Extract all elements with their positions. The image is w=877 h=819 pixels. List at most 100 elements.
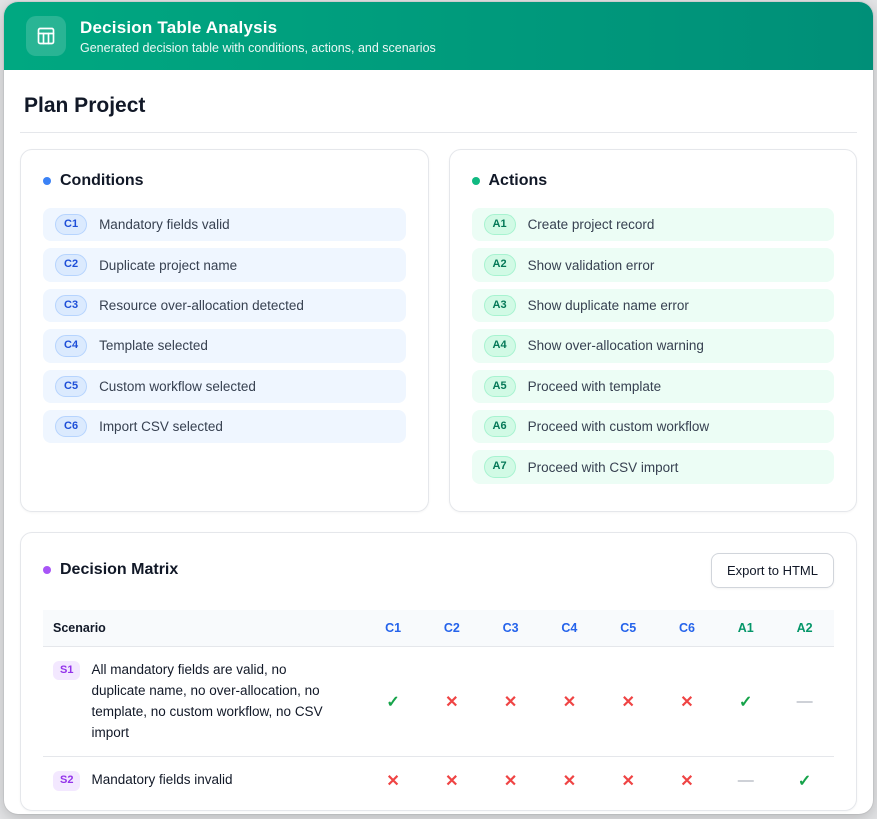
matrix-value-cross: ✕ bbox=[481, 757, 540, 804]
scenario-label: Mandatory fields invalid bbox=[91, 770, 232, 791]
matrix-value-check: ✓ bbox=[775, 757, 834, 804]
matrix-column-header: C2 bbox=[422, 610, 481, 647]
condition-id-badge: C5 bbox=[55, 376, 87, 397]
actions-title: Actions bbox=[489, 172, 548, 190]
scenario-cell: S1 All mandatory fields are valid, no dup… bbox=[43, 646, 364, 757]
matrix-column-header: A2 bbox=[775, 610, 834, 647]
condition-label: Import CSV selected bbox=[99, 419, 223, 434]
decision-matrix-table: ScenarioC1C2C3C4C5C6A1A2 S1 All mandatory… bbox=[43, 610, 834, 805]
decision-matrix-title-row: Decision Matrix bbox=[43, 561, 178, 579]
matrix-column-header: Scenario bbox=[43, 610, 364, 647]
matrix-value-cross: ✕ bbox=[540, 757, 599, 804]
action-item: A4 Show over-allocation warning bbox=[472, 329, 835, 362]
action-id-badge: A5 bbox=[484, 376, 516, 397]
condition-id-badge: C2 bbox=[55, 254, 87, 275]
decision-matrix-header: Decision Matrix Export to HTML bbox=[43, 553, 834, 588]
action-id-badge: A2 bbox=[484, 254, 516, 275]
condition-item: C3 Resource over-allocation detected bbox=[43, 289, 406, 322]
condition-label: Template selected bbox=[99, 338, 208, 353]
condition-item: C1 Mandatory fields valid bbox=[43, 208, 406, 241]
action-item: A1 Create project record bbox=[472, 208, 835, 241]
condition-item: C4 Template selected bbox=[43, 329, 406, 362]
action-item: A3 Show duplicate name error bbox=[472, 289, 835, 322]
matrix-row: S2Mandatory fields invalid✕✕✕✕✕✕—✓ bbox=[43, 757, 834, 804]
main-content: Plan Project Conditions C1 Mandatory fiel… bbox=[4, 70, 873, 814]
decision-matrix-title: Decision Matrix bbox=[60, 561, 178, 579]
matrix-value-cross: ✕ bbox=[364, 757, 423, 804]
matrix-value-cross: ✕ bbox=[599, 646, 658, 757]
condition-id-badge: C6 bbox=[55, 416, 87, 437]
cards-row: Conditions C1 Mandatory fields valid C2 Dup… bbox=[20, 149, 857, 512]
condition-item: C5 Custom workflow selected bbox=[43, 370, 406, 403]
matrix-column-header: C4 bbox=[540, 610, 599, 647]
actions-card: Actions A1 Create project record A2 Show va… bbox=[449, 149, 858, 512]
condition-label: Custom workflow selected bbox=[99, 379, 256, 394]
decision-table-app: Decision Table Analysis Generated decisi… bbox=[4, 2, 873, 814]
decision-matrix-card: Decision Matrix Export to HTML ScenarioC… bbox=[20, 532, 857, 812]
matrix-column-header: C1 bbox=[364, 610, 423, 647]
matrix-value-check: ✓ bbox=[716, 646, 775, 757]
export-html-button[interactable]: Export to HTML bbox=[711, 553, 834, 588]
action-label: Show validation error bbox=[528, 258, 655, 273]
conditions-title: Conditions bbox=[60, 172, 144, 190]
matrix-row: S1 All mandatory fields are valid, no dup… bbox=[43, 646, 834, 757]
header-title: Decision Table Analysis bbox=[80, 18, 436, 38]
action-item: A2 Show validation error bbox=[472, 248, 835, 281]
condition-id-badge: C3 bbox=[55, 295, 87, 316]
matrix-header-row: ScenarioC1C2C3C4C5C6A1A2 bbox=[43, 610, 834, 647]
action-id-badge: A7 bbox=[484, 456, 516, 477]
divider bbox=[20, 132, 857, 133]
condition-label: Resource over-allocation detected bbox=[99, 298, 304, 313]
action-item: A7 Proceed with CSV import bbox=[472, 450, 835, 483]
action-id-badge: A1 bbox=[484, 214, 516, 235]
actions-card-header: Actions bbox=[472, 172, 835, 190]
header-text: Decision Table Analysis Generated decisi… bbox=[80, 18, 436, 55]
scenario-id-badge: S1 bbox=[53, 661, 80, 680]
condition-item: C6 Import CSV selected bbox=[43, 410, 406, 443]
action-label: Show over-allocation warning bbox=[528, 338, 704, 353]
action-id-badge: A4 bbox=[484, 335, 516, 356]
condition-item: C2 Duplicate project name bbox=[43, 248, 406, 281]
condition-label: Mandatory fields valid bbox=[99, 217, 230, 232]
matrix-value-dash: — bbox=[775, 646, 834, 757]
scenario-label: All mandatory fields are valid, no dupli… bbox=[91, 660, 336, 744]
action-label: Create project record bbox=[528, 217, 655, 232]
matrix-column-header: A1 bbox=[716, 610, 775, 647]
condition-id-badge: C1 bbox=[55, 214, 87, 235]
condition-label: Duplicate project name bbox=[99, 258, 237, 273]
matrix-bullet-icon bbox=[43, 566, 51, 574]
header-subtitle: Generated decision table with conditions… bbox=[80, 41, 436, 55]
app-header: Decision Table Analysis Generated decisi… bbox=[4, 2, 873, 70]
matrix-value-cross: ✕ bbox=[658, 646, 717, 757]
matrix-value-cross: ✕ bbox=[658, 757, 717, 804]
matrix-value-cross: ✕ bbox=[540, 646, 599, 757]
action-item: A5 Proceed with template bbox=[472, 370, 835, 403]
table-icon bbox=[26, 16, 66, 56]
actions-bullet-icon bbox=[472, 177, 480, 185]
action-id-badge: A3 bbox=[484, 295, 516, 316]
page-title: Plan Project bbox=[24, 94, 853, 118]
matrix-value-cross: ✕ bbox=[422, 757, 481, 804]
matrix-value-cross: ✕ bbox=[481, 646, 540, 757]
conditions-card: Conditions C1 Mandatory fields valid C2 Dup… bbox=[20, 149, 429, 512]
conditions-list: C1 Mandatory fields valid C2 Duplicate proj… bbox=[43, 208, 406, 443]
actions-list: A1 Create project record A2 Show validation… bbox=[472, 208, 835, 484]
action-item: A6 Proceed with custom workflow bbox=[472, 410, 835, 443]
matrix-column-header: C3 bbox=[481, 610, 540, 647]
action-label: Proceed with template bbox=[528, 379, 662, 394]
conditions-bullet-icon bbox=[43, 177, 51, 185]
action-label: Proceed with custom workflow bbox=[528, 419, 710, 434]
scenario-id-badge: S2 bbox=[53, 771, 80, 790]
conditions-card-header: Conditions bbox=[43, 172, 406, 190]
condition-id-badge: C4 bbox=[55, 335, 87, 356]
matrix-value-cross: ✕ bbox=[599, 757, 658, 804]
scenario-cell: S2 Mandatory fields invalid bbox=[43, 757, 364, 804]
action-label: Proceed with CSV import bbox=[528, 460, 679, 475]
matrix-value-dash: — bbox=[716, 757, 775, 804]
matrix-value-cross: ✕ bbox=[422, 646, 481, 757]
action-label: Show duplicate name error bbox=[528, 298, 689, 313]
matrix-column-header: C6 bbox=[658, 610, 717, 647]
matrix-value-check: ✓ bbox=[364, 646, 423, 757]
action-id-badge: A6 bbox=[484, 416, 516, 437]
matrix-column-header: C5 bbox=[599, 610, 658, 647]
